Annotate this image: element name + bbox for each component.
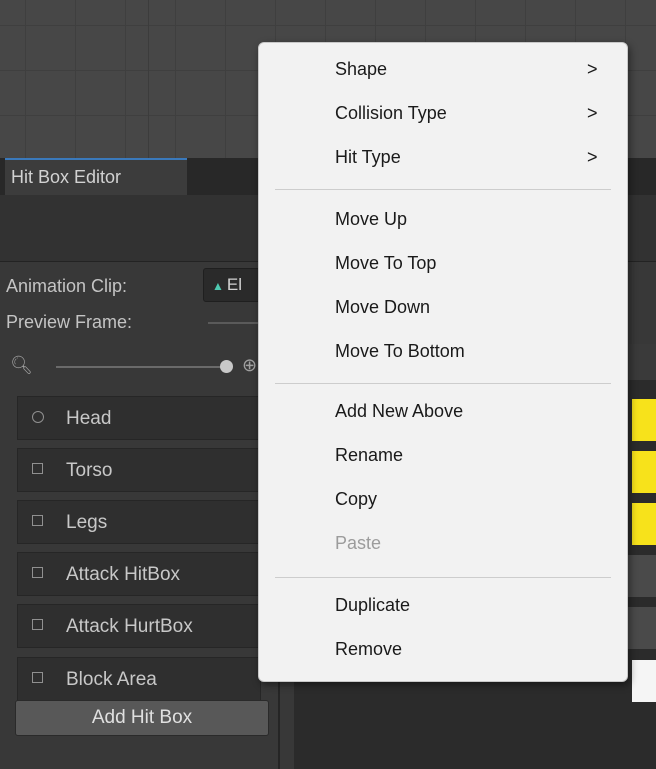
hitbox-label: Torso (66, 460, 113, 481)
preview-frame-label: Preview Frame: (6, 312, 133, 332)
hitbox-item[interactable]: Torso (17, 448, 261, 492)
menu-item-shape[interactable]: Shape (335, 59, 387, 80)
timeline-key-block-area[interactable] (632, 660, 656, 702)
menu-item-remove[interactable]: Remove (335, 639, 402, 660)
box-shape-icon (32, 672, 43, 683)
zoom-in-icon[interactable]: ⊕ (242, 355, 257, 376)
box-shape-icon (32, 515, 43, 526)
menu-item-move-down[interactable]: Move Down (335, 297, 430, 318)
menu-item-move-to-bottom[interactable]: Move To Bottom (335, 341, 465, 362)
menu-item-duplicate[interactable]: Duplicate (335, 595, 410, 616)
hitbox-item[interactable]: Block Area (17, 657, 261, 701)
hitbox-label: Head (66, 408, 112, 429)
menu-item-move-to-top[interactable]: Move To Top (335, 253, 436, 274)
box-shape-icon (32, 463, 43, 474)
chevron-right-icon: > (587, 103, 598, 123)
menu-item-add-new-above[interactable]: Add New Above (335, 401, 463, 422)
menu-item-rename[interactable]: Rename (335, 445, 403, 466)
menu-item-collision-type[interactable]: Collision Type (335, 103, 447, 124)
zoom-row: 🔍︎ ⊕ (8, 354, 268, 382)
add-hit-box-button[interactable]: Add Hit Box (15, 700, 269, 736)
menu-item-copy[interactable]: Copy (335, 489, 377, 510)
animation-clip-icon: ▲ (212, 279, 224, 293)
animation-clip-label: Animation Clip: (6, 276, 128, 296)
animation-clip-field[interactable]: ▲ El (203, 268, 263, 302)
menu-item-move-up[interactable]: Move Up (335, 209, 407, 230)
box-shape-icon (32, 619, 43, 630)
hitbox-item[interactable]: Attack HurtBox (17, 604, 261, 648)
menu-item-hit-type[interactable]: Hit Type (335, 147, 401, 168)
zoom-slider-track[interactable] (56, 366, 226, 368)
hitbox-item[interactable]: Legs (17, 500, 261, 544)
hitbox-label: Block Area (66, 669, 157, 690)
menu-item-paste[interactable]: Paste (335, 533, 381, 554)
tab-hit-box-editor[interactable]: Hit Box Editor (5, 158, 187, 195)
hitbox-label: Attack HurtBox (66, 616, 193, 637)
hitbox-item[interactable]: Head (17, 396, 261, 440)
timeline-key-legs[interactable] (632, 503, 656, 545)
hitbox-label: Attack HitBox (66, 564, 181, 585)
zoom-out-icon[interactable]: 🔍︎ (10, 355, 33, 376)
chevron-right-icon: > (587, 59, 598, 79)
circle-shape-icon (32, 411, 44, 423)
box-shape-icon (32, 567, 43, 578)
grid-line (148, 0, 149, 158)
animation-clip-value: El (226, 275, 243, 294)
menu-separator (275, 189, 611, 190)
chevron-right-icon: > (587, 147, 598, 167)
zoom-slider-handle[interactable] (220, 360, 233, 373)
context-menu: Shape > Collision Type > Hit Type > Move Up Mov… (258, 42, 628, 682)
hitbox-item[interactable]: Attack HitBox (17, 552, 261, 596)
menu-separator (275, 577, 611, 578)
hitbox-label: Legs (66, 512, 108, 533)
menu-separator (275, 383, 611, 384)
timeline-key-torso[interactable] (632, 451, 656, 493)
timeline-key-head[interactable] (632, 399, 656, 441)
